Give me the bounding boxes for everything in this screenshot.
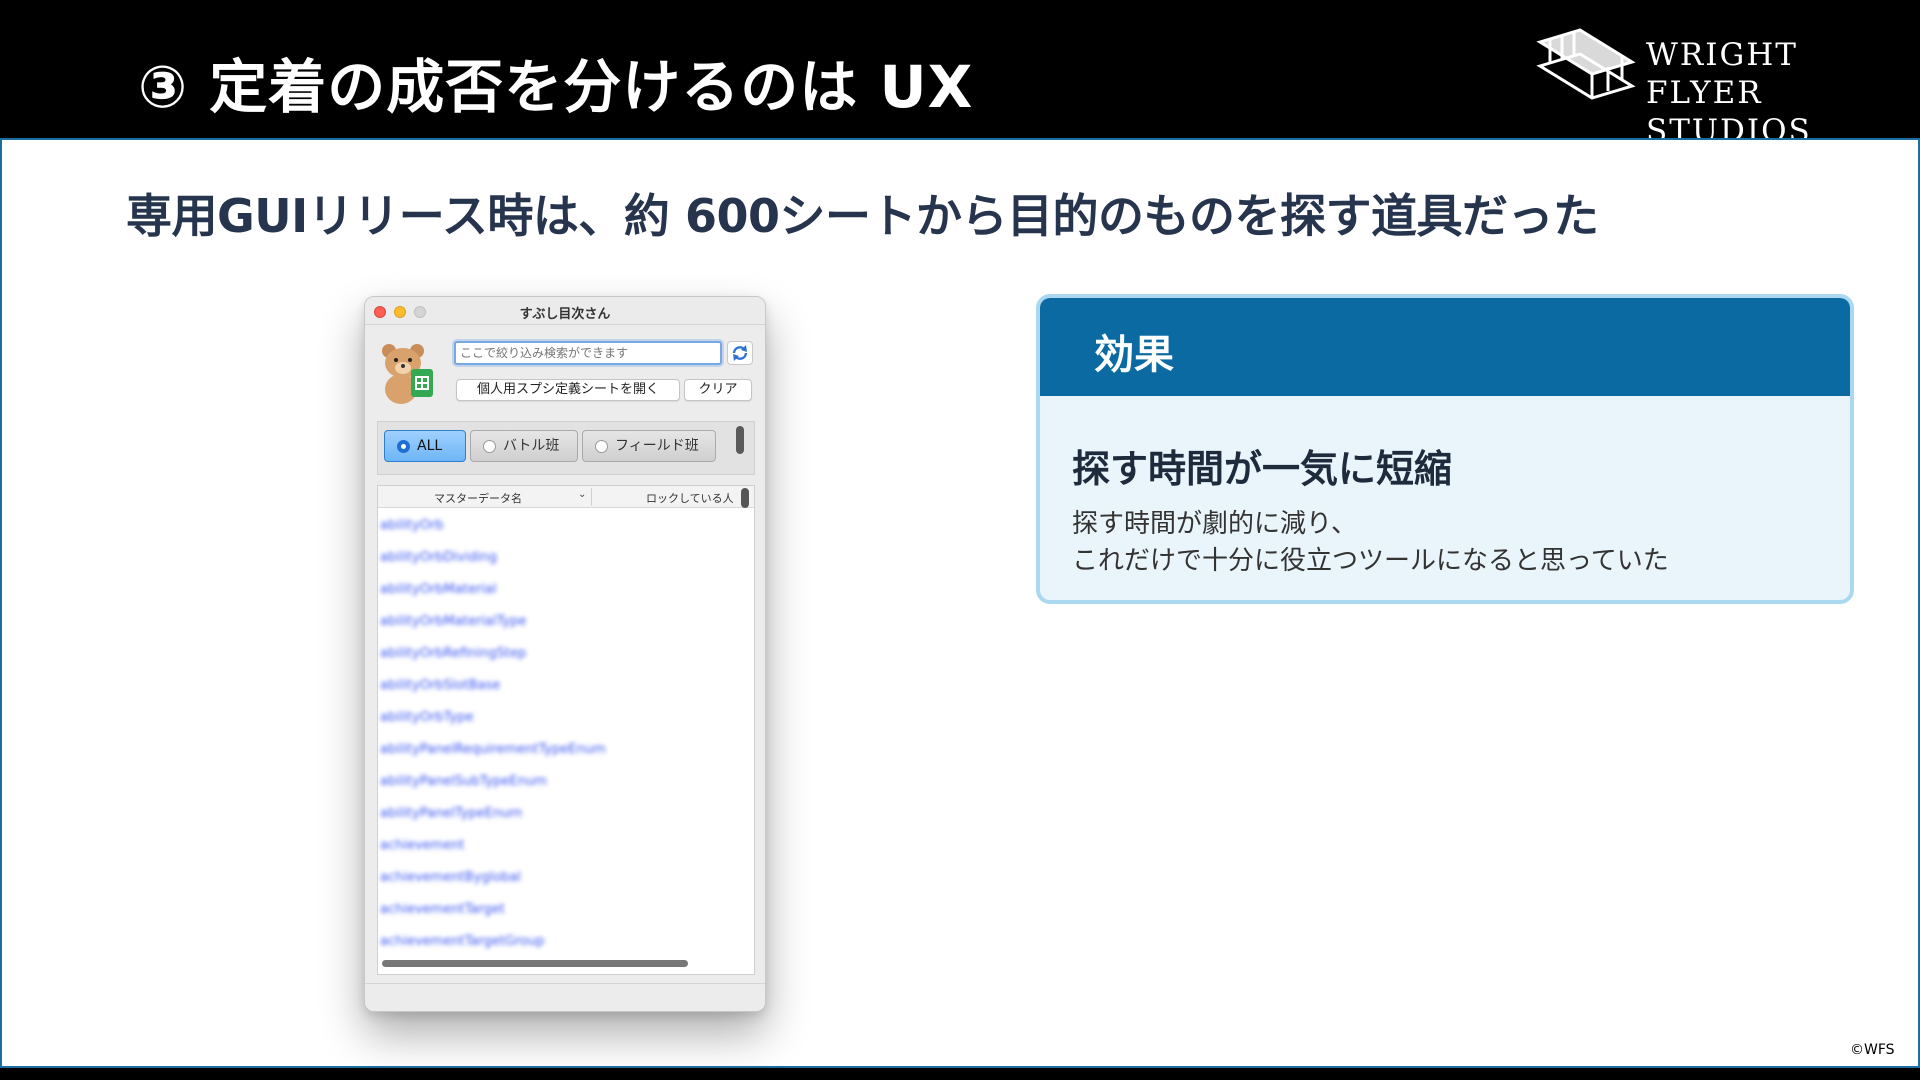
chevron-down-icon[interactable]: ⌄ [578,489,586,500]
table-row[interactable]: abilityPanelRequirementTypeEnum [378,734,738,766]
effect-card-heading: 効果 [1094,332,1174,378]
effect-card-body: 探す時間が劇的に減り、 これだけで十分に役立つツールになると思っていた [1072,506,1669,580]
slide-title: ③ 定着の成否を分けるのは UX [138,53,974,121]
bottom-strip [0,1066,1920,1080]
open-personal-sheet-button[interactable]: 個人用スプシ定義シートを開く [456,379,680,401]
window-titlebar[interactable]: すぶし目次さん [365,297,765,325]
effect-card-header: 効果 [1040,298,1850,396]
header-bar: ③ 定着の成否を分けるのは UX WRIGHT FLYER STUDIOS [0,0,1920,149]
radio-icon [483,440,496,453]
table-row[interactable]: abilityOrbSlotBase [378,670,738,702]
filter-battle-label: バトル班 [503,438,560,454]
wright-flyer-logo-icon [1536,28,1636,100]
radio-icon [595,440,608,453]
column-header-master-data-name[interactable]: マスターデータ名 [434,490,522,506]
table-row[interactable]: achievementTarget [378,894,738,926]
table-row[interactable]: abilityOrbType [378,702,738,734]
horizontal-scrollbar[interactable] [382,960,688,967]
filter-battle-button[interactable]: バトル班 [470,430,578,462]
table-header: マスターデータ名 ⌄ ロックしている人 [378,486,754,508]
table-row[interactable]: achievement [378,830,738,862]
table-rows: abilityOrb abilityOrbDividing abilityOrb… [378,510,738,958]
refresh-icon [732,345,748,361]
logo-line-1: WRIGHT FLYER [1646,37,1798,111]
effect-card-title: 探す時間が一気に短縮 [1072,447,1453,491]
refresh-button[interactable] [727,341,753,365]
team-filter-group: ALL バトル班 フィールド班 [377,421,755,475]
search-input[interactable] [454,341,722,365]
effect-body-line-2: これだけで十分に役立つツールになると思っていた [1072,546,1669,576]
column-divider[interactable] [591,488,592,506]
column-header-locked-by[interactable]: ロックしている人 [646,490,734,506]
table-row[interactable]: abilityOrbRefiningStep [378,638,738,670]
window-title: すぶし目次さん [519,307,611,322]
vertical-scrollbar[interactable] [741,488,749,508]
effect-card: 効果 探す時間が一気に短縮 探す時間が劇的に減り、 これだけで十分に役立つツール… [1036,294,1854,604]
master-data-table: マスターデータ名 ⌄ ロックしている人 abilityOrb abilityOr… [377,485,755,975]
filter-all-label: ALL [417,438,443,454]
company-logo-text: WRIGHT FLYER STUDIOS [1646,36,1920,150]
copyright-notice: ©WFS [1850,1042,1895,1058]
filter-field-button[interactable]: フィールド班 [582,430,716,462]
table-row[interactable]: abilityPanelTypeEnum [378,798,738,830]
table-row[interactable]: abilityOrbDividing [378,542,738,574]
app-window: すぶし目次さん 個人用スプシ定義シートを開く クリア ALL バト [364,296,766,1012]
filter-all-button[interactable]: ALL [384,430,466,462]
table-row[interactable]: achievementTargetGroup [378,926,738,958]
table-row[interactable]: abilityPanelSubTypeEnum [378,766,738,798]
filter-field-label: フィールド班 [615,438,699,454]
effect-body-line-1: 探す時間が劇的に減り、 [1072,509,1357,539]
clear-button[interactable]: クリア [684,379,752,401]
table-row[interactable]: achievementByglobal [378,862,738,894]
table-row[interactable]: abilityOrbMaterial [378,574,738,606]
filter-scrollbar[interactable] [736,426,744,454]
radio-selected-icon [397,440,410,453]
table-row[interactable]: abilityOrbMaterialType [378,606,738,638]
slide-subtitle: 専用GUIリリース時は、約 600シートから目的のものを探す道具だった [126,189,1599,243]
bear-mascot-icon [382,344,433,404]
window-bottom-bar [365,983,765,1011]
table-row[interactable]: abilityOrb [378,510,738,542]
